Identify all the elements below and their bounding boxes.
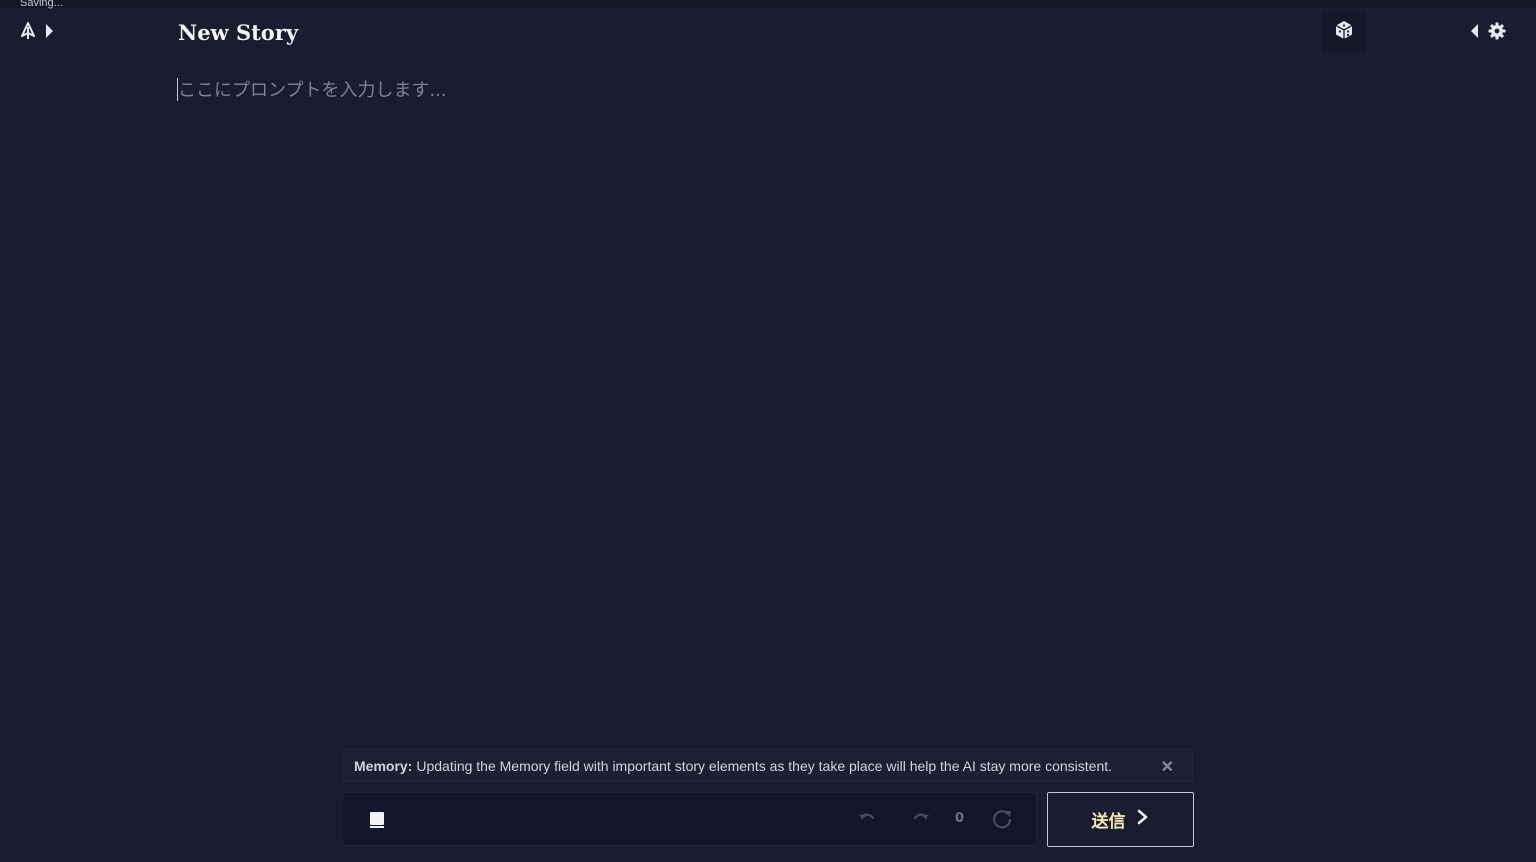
undo-icon[interactable]	[857, 809, 877, 831]
book-icon[interactable]	[365, 808, 389, 832]
action-bar: 0	[342, 792, 1037, 846]
novelai-logo-icon[interactable]	[20, 22, 36, 40]
right-toolbar	[1470, 22, 1506, 40]
memory-tip-label: Memory:	[354, 757, 413, 774]
memory-tip-text: Updating the Memory field with important…	[416, 757, 1113, 774]
close-icon[interactable]: ✕	[1161, 757, 1174, 777]
memory-tip-banner: Memory: Updating the Memory field with i…	[342, 749, 1193, 782]
chevron-left-icon[interactable]	[1470, 23, 1480, 39]
retry-counter: 0	[955, 811, 965, 826]
saving-status: Saving...	[20, 0, 63, 9]
top-shade	[0, 0, 1536, 8]
retry-icon[interactable]	[991, 808, 1013, 834]
left-toolbar	[20, 22, 54, 40]
story-editor[interactable]: ここにプロンプトを入力します...	[177, 76, 1357, 716]
chevron-right-icon[interactable]	[44, 23, 54, 39]
redo-icon[interactable]	[911, 809, 931, 831]
send-button-label: 送信	[1091, 812, 1126, 832]
story-title[interactable]: New Story	[178, 20, 298, 45]
send-arrow-icon	[1136, 809, 1150, 830]
dice-icon	[1334, 20, 1354, 44]
dice-button[interactable]	[1322, 11, 1366, 53]
app-root: Saving... New Story ここにプロンプトを入力します... Me…	[0, 0, 1536, 862]
editor-placeholder: ここにプロンプトを入力します...	[178, 80, 447, 101]
gear-icon[interactable]	[1488, 22, 1506, 40]
send-button[interactable]: 送信	[1047, 792, 1194, 847]
